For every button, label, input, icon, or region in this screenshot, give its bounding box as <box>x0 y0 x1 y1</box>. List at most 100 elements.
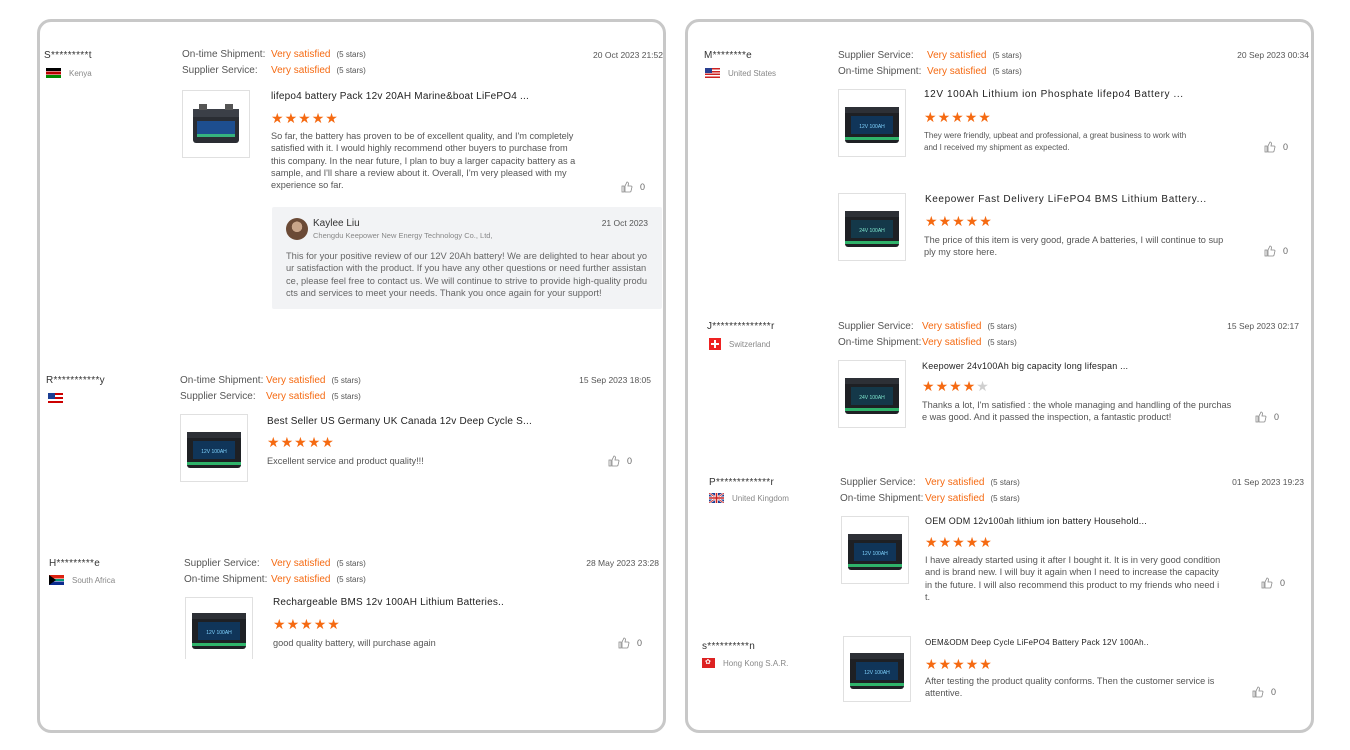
rating-row: On-time Shipment: Very satisfied (5 stars) <box>838 66 1022 77</box>
rating-row: Supplier Service: Very satisfied (5 stars) <box>838 321 1017 332</box>
star-icon: ★ <box>938 534 953 550</box>
product-title-link[interactable]: 12V 100Ah Lithium ion Phosphate lifepo4 … <box>924 89 1184 100</box>
product-title-link[interactable]: Keepower 24v100Ah big capacity long life… <box>922 361 1128 371</box>
south-africa-flag-icon <box>49 575 64 585</box>
star-icon: ★ <box>965 213 980 229</box>
product-title-link[interactable]: OEM ODM 12v100ah lithium ion battery Hou… <box>925 516 1147 526</box>
rating-label: On-time Shipment: <box>182 49 266 60</box>
star-icon: ★ <box>280 434 295 450</box>
thumbs-up-icon <box>608 455 620 467</box>
star-icon: ★ <box>951 109 965 125</box>
review-card: H*********e South Africa Supplier Servic… <box>40 544 663 659</box>
switzerland-flag-icon <box>709 338 721 350</box>
rating-value: Very satisfied <box>927 50 987 61</box>
review-text: I have already started using it after I … <box>925 555 1221 602</box>
like-button[interactable]: 0 <box>1252 686 1276 698</box>
product-thumbnail[interactable]: 12V 100AH <box>180 414 248 482</box>
star-icon: ★ <box>298 110 312 126</box>
small-battery-icon <box>193 104 239 143</box>
reviews-panel-right: M********e United States Supplier Servic… <box>685 19 1314 733</box>
battery-icon: 12V 100AH <box>192 612 246 649</box>
star-icon: ★ <box>327 616 341 632</box>
review-text: They were friendly, upbeat and professio… <box>924 131 1187 152</box>
review-date: 20 Oct 2023 21:52 <box>593 50 663 60</box>
review-text: good quality battery, will purchase agai… <box>273 638 436 648</box>
rating-label: On-time Shipment: <box>184 574 268 585</box>
star-rating: ★★★★★ <box>273 617 341 631</box>
ratings-block: Supplier Service: Very satisfied (5 stars)… <box>838 321 1017 348</box>
thumbs-up-icon <box>1252 686 1264 698</box>
star-rating: ★★★★★ <box>925 535 993 549</box>
star-icon: ★ <box>325 110 339 126</box>
star-icon: ★ <box>978 109 992 125</box>
rating-value: Very satisfied <box>271 574 331 585</box>
product-title-link[interactable]: lifepo4 battery Pack 12v 20AH Marine&boa… <box>271 91 529 102</box>
star-icon: ★ <box>979 213 993 229</box>
ratings-block: On-time Shipment: Very satisfied (5 stars)… <box>182 49 366 76</box>
star-icon: ★ <box>952 656 966 672</box>
reviewer-name: R***********y <box>46 375 105 386</box>
product-thumbnail[interactable]: 12V 100AH <box>841 516 909 584</box>
star-icon: ★ <box>962 378 977 394</box>
united-kingdom-flag-icon <box>709 493 724 503</box>
like-button[interactable]: 0 <box>1264 245 1288 257</box>
battery-label: 12V 100AH <box>206 630 232 636</box>
thumbs-up-icon <box>1261 577 1273 589</box>
battery-icon: 12V 100AH <box>850 653 904 689</box>
like-button[interactable]: 0 <box>1261 577 1285 589</box>
product-thumbnail[interactable]: 12V 100AH <box>843 636 911 702</box>
star-icon: ★ <box>294 434 308 450</box>
product-title-link[interactable]: Rechargeable BMS 12v 100AH Lithium Batte… <box>273 597 504 608</box>
like-button[interactable]: 0 <box>1264 141 1288 153</box>
ratings-block: Supplier Service: Very satisfied (5 stars)… <box>184 558 366 585</box>
battery-icon: 12V 100AH <box>187 432 241 468</box>
product-thumbnail[interactable]: 24V 100AH <box>838 360 906 428</box>
product-thumbnail[interactable]: 24V 100AH <box>838 193 906 261</box>
thumbs-up-icon <box>621 181 633 193</box>
star-icon: ★ <box>979 656 993 672</box>
kenya-flag-icon <box>46 68 61 78</box>
like-count: 0 <box>1280 578 1286 588</box>
rating-label: On-time Shipment: <box>840 493 924 504</box>
rating-stars-text: (5 stars) <box>336 575 366 584</box>
star-icon: ★ <box>965 534 980 550</box>
country-name: United Kingdom <box>732 493 789 503</box>
like-button[interactable]: 0 <box>618 637 642 649</box>
review-text: So far, the battery has proven to be of … <box>271 131 576 191</box>
product-thumbnail[interactable]: 12V 100AH <box>185 597 253 659</box>
star-icon: ★ <box>267 434 281 450</box>
rating-stars-text: (5 stars) <box>990 494 1020 503</box>
rating-value: Very satisfied <box>922 321 982 332</box>
star-icon: ★ <box>979 534 993 550</box>
reply-text: This for your positive review of our 12V… <box>286 251 648 298</box>
reviewer-country: United Kingdom <box>709 493 789 503</box>
reviewer-name: H*********e <box>49 558 101 569</box>
like-button[interactable]: 0 <box>621 181 645 193</box>
review-date: 20 Sep 2023 00:34 <box>1237 50 1309 60</box>
like-count: 0 <box>637 638 643 648</box>
ratings-block: Supplier Service: Very satisfied (5 stars)… <box>838 50 1022 77</box>
country-name: Hong Kong S.A.R. <box>723 658 789 668</box>
product-title-link[interactable]: Best Seller US Germany UK Canada 12v Dee… <box>267 416 532 427</box>
rating-stars-text: (5 stars) <box>336 559 366 568</box>
like-button[interactable]: 0 <box>608 455 632 467</box>
product-thumbnail[interactable] <box>182 90 250 158</box>
product-thumbnail[interactable]: 12V 100AH <box>838 89 906 157</box>
supplier-reply: Kaylee Liu Chengdu Keepower New Energy T… <box>272 207 662 309</box>
star-icon: ★ <box>925 534 939 550</box>
battery-label: 12V 100AH <box>859 124 885 130</box>
country-name: Kenya <box>69 68 92 78</box>
product-title-link[interactable]: Keepower Fast Delivery LiFePO4 BMS Lithi… <box>925 194 1207 205</box>
rating-value: Very satisfied <box>925 477 985 488</box>
product-title-link[interactable]: OEM&ODM Deep Cycle LiFePO4 Battery Pack … <box>925 638 1149 647</box>
rating-stars-text: (5 stars) <box>331 392 361 401</box>
rating-value: Very satisfied <box>925 493 985 504</box>
rating-stars-text: (5 stars) <box>990 478 1020 487</box>
star-icon: ★ <box>964 109 979 125</box>
rating-value: Very satisfied <box>266 375 326 386</box>
like-button[interactable]: 0 <box>1255 411 1279 423</box>
rating-stars-text: (5 stars) <box>987 338 1017 347</box>
reply-date: 21 Oct 2023 <box>601 218 648 228</box>
rating-row: Supplier Service: Very satisfied (5 stars) <box>184 558 366 569</box>
review-card: s**********n ✿ Hong Kong S.A.R. 12V 100A… <box>688 628 1311 728</box>
